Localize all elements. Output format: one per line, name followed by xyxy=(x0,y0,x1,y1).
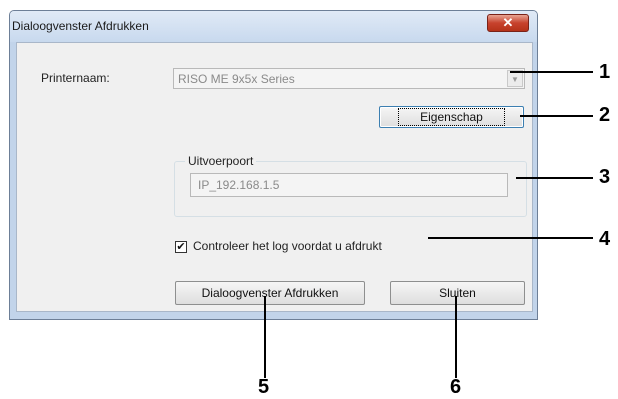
callout-line-6 xyxy=(455,296,457,378)
print-dialog-window: Dialoogvenster Afdrukken ✕ Printernaam: … xyxy=(9,10,538,320)
output-port-value: IP_192.168.1.5 xyxy=(198,178,280,192)
callout-number-3: 3 xyxy=(599,166,611,188)
callout-line-3 xyxy=(516,177,593,179)
title-bar: Dialoogvenster Afdrukken ✕ xyxy=(10,11,537,42)
window-title: Dialoogvenster Afdrukken xyxy=(12,19,149,33)
close-icon: ✕ xyxy=(502,15,514,30)
callout-line-4 xyxy=(428,237,593,239)
printer-name-label: Printernaam: xyxy=(41,71,110,85)
callout-line-1 xyxy=(510,71,593,73)
callout-number-2: 2 xyxy=(599,104,611,126)
close-window-button[interactable]: ✕ xyxy=(487,14,529,32)
log-checkbox[interactable]: ✔ xyxy=(175,241,187,253)
callout-number-1: 1 xyxy=(599,61,611,83)
checkmark-icon: ✔ xyxy=(176,241,186,253)
printer-name-combobox[interactable]: RISO ME 9x5x Series ▼ xyxy=(173,68,525,89)
callout-line-2 xyxy=(520,115,593,117)
callout-number-4: 4 xyxy=(599,228,611,250)
callout-line-5 xyxy=(264,296,266,378)
printer-name-value: RISO ME 9x5x Series xyxy=(178,72,295,86)
print-dialog-button[interactable]: Dialoogvenster Afdrukken xyxy=(175,281,365,305)
output-port-group-title: Uitvoerpoort xyxy=(185,154,257,168)
close-button[interactable]: Sluiten xyxy=(390,281,525,305)
property-button-label: Eigenschap xyxy=(398,108,505,126)
log-checkbox-label[interactable]: Controleer het log voordat u afdrukt xyxy=(193,239,382,253)
dialog-body: Printernaam: RISO ME 9x5x Series ▼ Eigen… xyxy=(16,42,533,312)
output-port-field: IP_192.168.1.5 xyxy=(190,173,508,197)
property-button[interactable]: Eigenschap xyxy=(379,106,524,128)
